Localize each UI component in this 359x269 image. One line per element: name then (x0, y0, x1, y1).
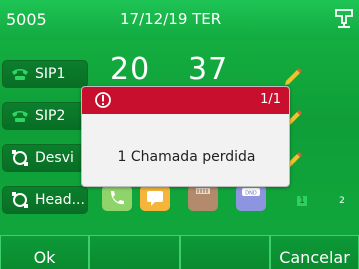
line-key-label: Desvi (35, 150, 74, 166)
line-key-label: Head... (35, 192, 85, 208)
alert-icon (94, 91, 112, 109)
edit-icon[interactable] (282, 64, 304, 86)
page-indicator[interactable]: 2 (337, 196, 347, 206)
ok-softkey[interactable]: Ok (0, 235, 89, 269)
clock-hours: 20 (110, 52, 151, 87)
line-key-headset[interactable]: Head... (2, 186, 88, 214)
directory-app-icon[interactable] (188, 185, 218, 211)
cancel-label: Cancelar (279, 248, 350, 267)
phone-screen: 5005 17/12/19 TER SIP1 SIP2 Desvi Head..… (0, 0, 359, 269)
phone-app-icon[interactable] (102, 185, 132, 211)
phone-icon (9, 108, 31, 124)
missed-call-dialog[interactable]: 1/1 1 Chamada perdida (81, 86, 290, 187)
line-key-desvio[interactable]: Desvi (2, 144, 88, 172)
cancel-softkey[interactable]: Cancelar (270, 235, 359, 269)
clock-minutes: 37 (188, 52, 229, 87)
svg-text:DND: DND (245, 191, 257, 197)
page-indicator[interactable]: 1 (297, 196, 307, 206)
line-key-sip1[interactable]: SIP1 (2, 60, 88, 88)
softkey-2[interactable] (89, 235, 180, 269)
messages-app-icon[interactable] (140, 185, 170, 211)
dnd-circle-icon (9, 150, 31, 166)
status-bar: 5005 17/12/19 TER (0, 0, 359, 40)
phone-icon (9, 66, 31, 82)
account-number: 5005 (6, 10, 47, 29)
network-icon (334, 7, 354, 31)
dialog-header: 1/1 (82, 87, 289, 114)
dnd-circle-icon (9, 192, 31, 208)
dialog-count: 1/1 (260, 92, 281, 107)
line-key-label: SIP2 (35, 108, 66, 124)
dialog-message: 1 Chamada perdida (117, 149, 256, 165)
date-time: 17/12/19 TER (120, 10, 222, 28)
line-key-label: SIP1 (35, 66, 66, 82)
ok-label: Ok (33, 248, 56, 267)
softkey-3[interactable] (180, 235, 270, 269)
line-key-sip2[interactable]: SIP2 (2, 102, 88, 130)
dnd-app-icon[interactable]: DND (236, 185, 266, 211)
